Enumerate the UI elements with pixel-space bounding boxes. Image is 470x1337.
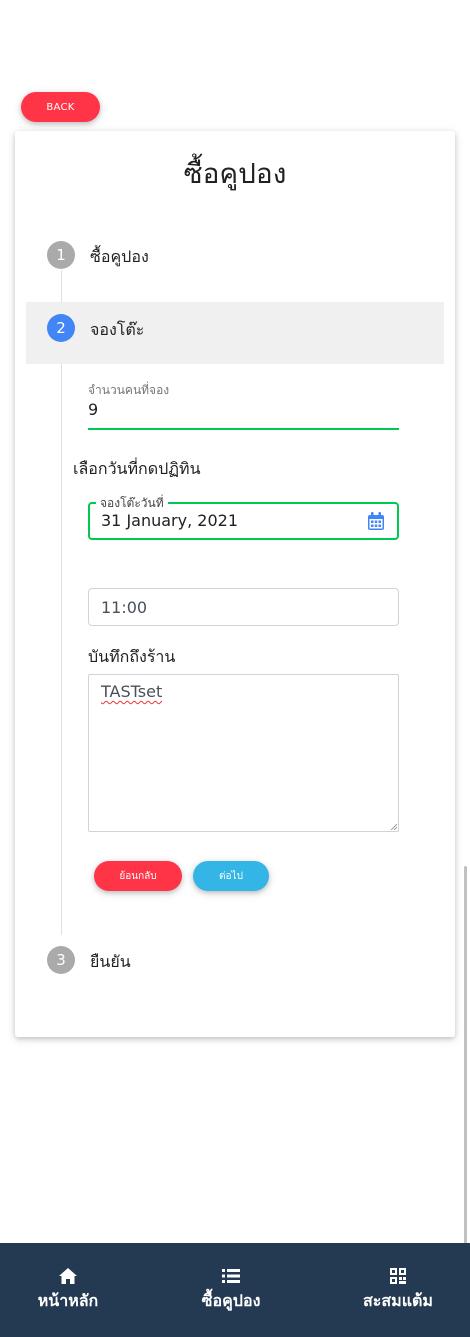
- step-1-number[interactable]: 1: [47, 241, 75, 269]
- count-input[interactable]: 9: [88, 400, 98, 419]
- list-icon: [222, 1269, 240, 1283]
- nav-item-buy-coupon[interactable]: ซื้อคูปอง: [177, 1243, 285, 1337]
- step-2-number[interactable]: 2: [47, 314, 75, 342]
- count-label: จำนวนคนที่จอง: [88, 383, 170, 397]
- nav-label-buy-coupon: ซื้อคูปอง: [201, 1291, 261, 1310]
- date-value[interactable]: 31 January, 2021: [101, 511, 238, 530]
- note-text[interactable]: TASTset: [101, 682, 162, 701]
- page-title: ซื้อคูปอง: [183, 157, 287, 190]
- back-button[interactable]: BACK: [21, 92, 100, 122]
- calendar-icon[interactable]: [368, 512, 384, 530]
- step-1-label[interactable]: ซื้อคูปอง: [90, 245, 149, 270]
- resize-grip-icon[interactable]: [390, 823, 397, 830]
- step-3-label[interactable]: ยืนยัน: [90, 950, 131, 975]
- next-button[interactable]: ต่อไป: [193, 861, 269, 891]
- time-value[interactable]: 11:00: [101, 598, 147, 617]
- coupon-card: [15, 131, 455, 1037]
- step-3-number[interactable]: 3: [47, 946, 75, 974]
- stepper-line: [61, 270, 62, 935]
- qrcode-icon: [390, 1268, 406, 1284]
- count-input-underline: [88, 428, 399, 430]
- step-2-active-header[interactable]: [26, 302, 444, 364]
- home-icon: [59, 1268, 77, 1284]
- scrollbar[interactable]: [464, 866, 467, 1246]
- nav-label-points: สะสมแต้ม: [363, 1291, 433, 1310]
- previous-button[interactable]: ย้อนกลับ: [94, 861, 182, 891]
- bottom-nav: หน้าหลัก ซื้อคูปอง สะสมแต้ม: [0, 1243, 470, 1337]
- nav-item-points[interactable]: สะสมแต้ม: [344, 1243, 452, 1337]
- nav-label-home: หน้าหลัก: [37, 1291, 99, 1310]
- date-section-label: เลือกวันที่กดปฏิทิน: [73, 459, 201, 478]
- nav-item-home[interactable]: หน้าหลัก: [14, 1243, 122, 1337]
- note-label: บันทึกถึงร้าน: [88, 647, 176, 666]
- step-2-label[interactable]: จองโต๊ะ: [90, 318, 144, 343]
